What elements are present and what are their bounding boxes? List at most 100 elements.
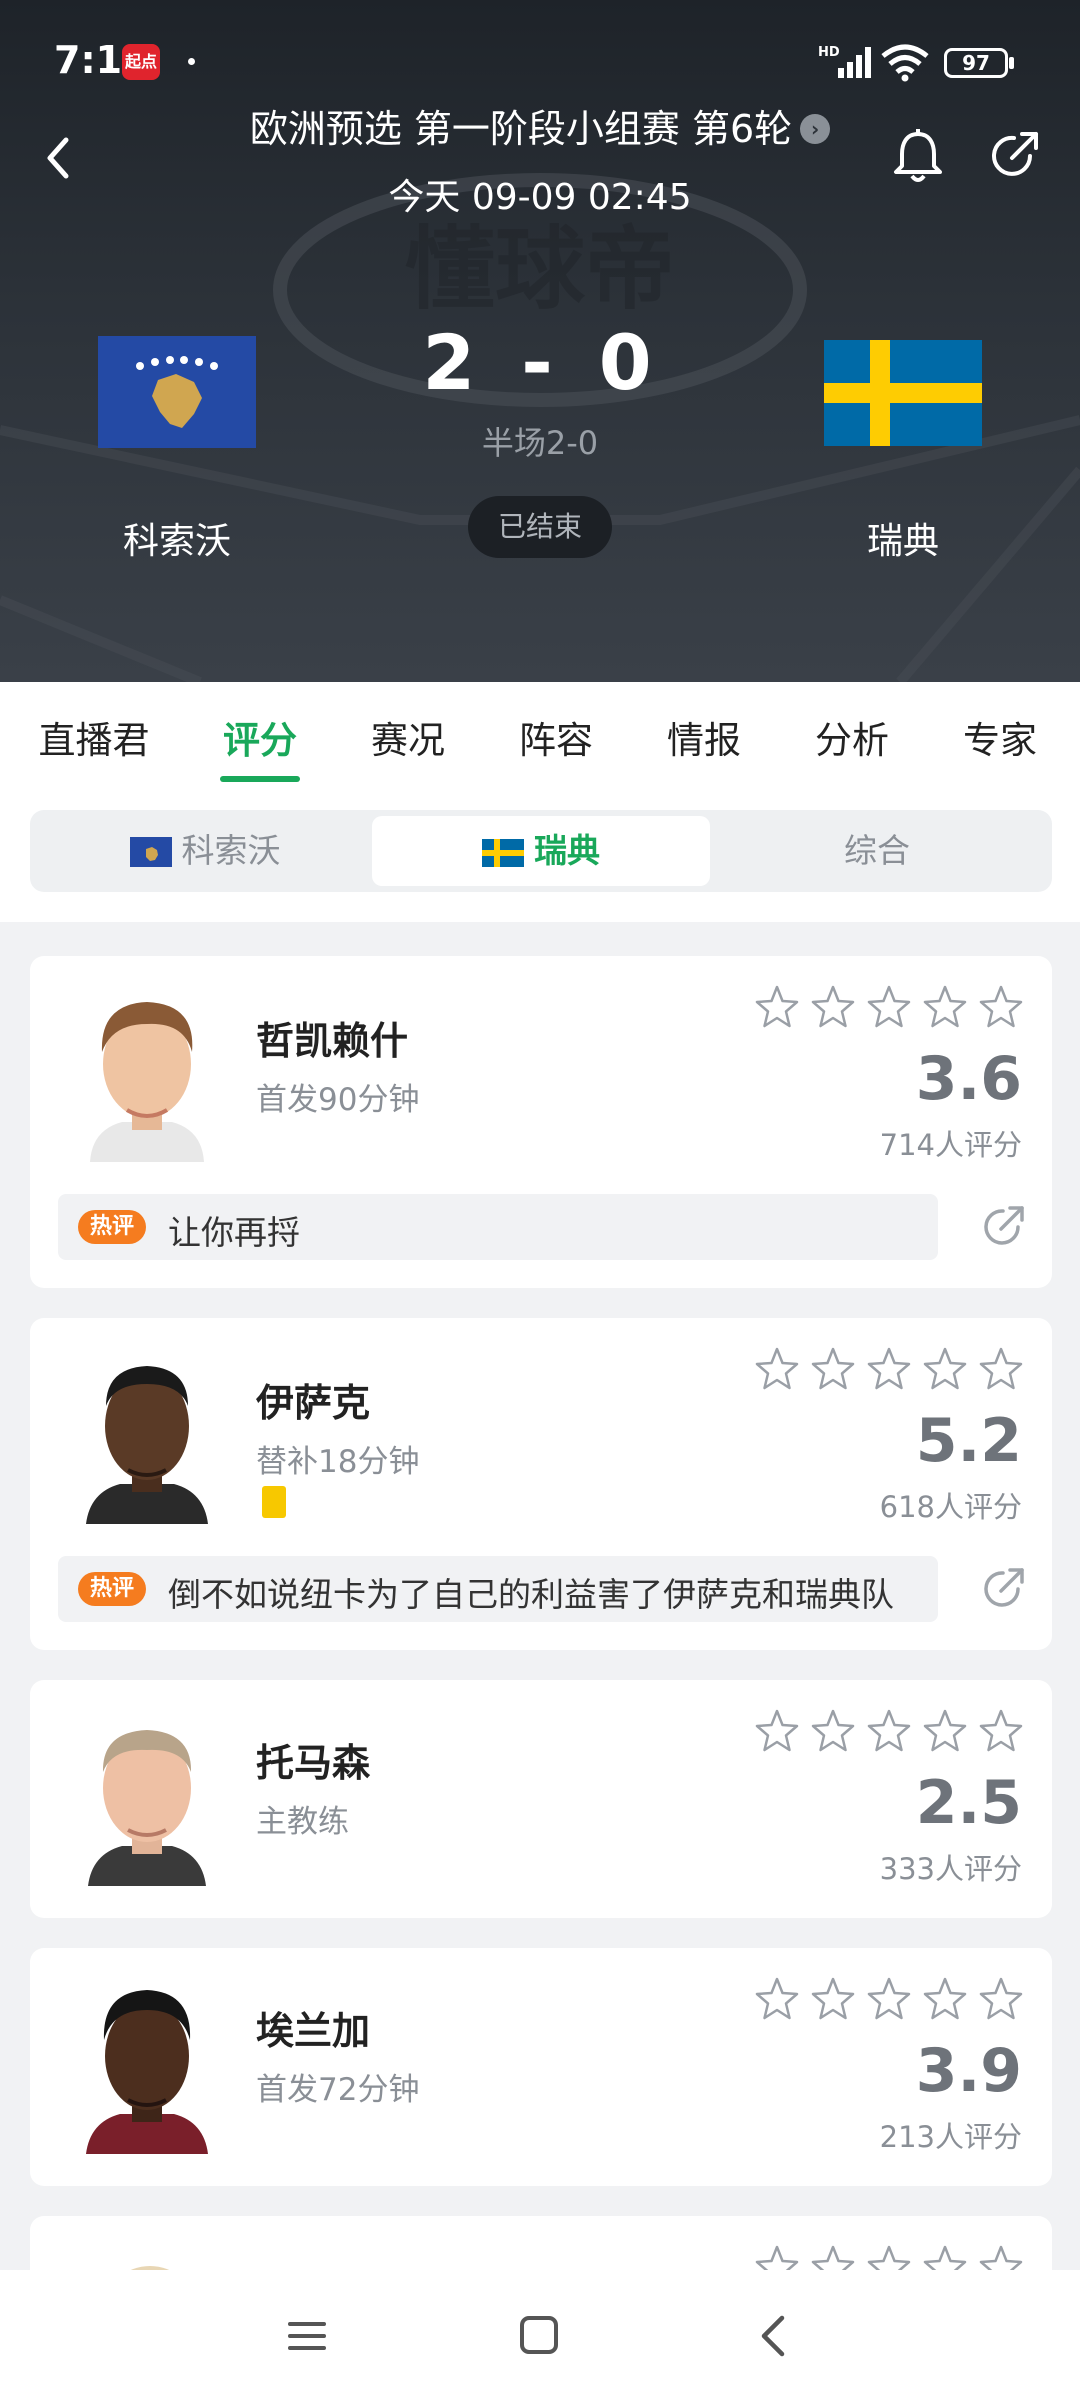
player-name: 埃兰加 — [256, 2009, 371, 2053]
away-team-name[interactable]: 瑞典 — [806, 512, 1000, 564]
halftime-score: 半场2-0 — [481, 424, 599, 462]
player-card[interactable]: 哲凯赖什 首发90分钟 3.6 714人评分 热评 让你再捋 — [30, 956, 1052, 1288]
segment-sweden[interactable]: 瑞典 — [372, 816, 710, 886]
tab-lineup[interactable]: 阵容 — [496, 710, 616, 764]
player-playtime: 首发90分钟 — [256, 1082, 420, 1118]
tab-experts[interactable]: 专家 — [940, 710, 1060, 764]
star-rating-input[interactable] — [754, 984, 1024, 1030]
tab-rating[interactable]: 评分 — [200, 710, 320, 764]
hot-comment-text: 让你再捋 — [168, 1213, 300, 1252]
system-nav-bar — [0, 2270, 1080, 2400]
player-card[interactable]: 托马森 主教练 2.5 333人评分 — [30, 1680, 1052, 1918]
tab-bar: 直播君 评分 赛况 阵容 情报 分析 专家 — [0, 682, 1080, 792]
segment-overall-label: 综合 — [844, 831, 910, 870]
star-outline-icon[interactable] — [922, 1976, 968, 2022]
player-avatar — [86, 1990, 208, 2154]
home-team-name[interactable]: 科索沃 — [80, 512, 274, 564]
app-notification-badge: 起点 — [122, 44, 160, 80]
star-outline-icon[interactable] — [754, 1976, 800, 2022]
match-status-badge: 已结束 — [468, 496, 612, 558]
player-avatar — [88, 1730, 206, 1886]
player-avatar — [86, 1366, 208, 1524]
player-card[interactable]: 伊萨克 替补18分钟 5.2 618人评分 热评 倒不如说纽卡为了自己的利益害了… — [30, 1318, 1052, 1650]
rater-count: 333人评分 — [879, 1852, 1022, 1886]
hot-comment-tag: 热评 — [78, 1572, 146, 1606]
segment-kosovo-label: 科索沃 — [181, 831, 281, 870]
player-playtime: 首发72分钟 — [256, 2072, 420, 2108]
star-rating-input[interactable] — [754, 1708, 1024, 1754]
segment-overall[interactable]: 综合 — [708, 816, 1046, 886]
star-outline-icon[interactable] — [810, 1708, 856, 1754]
star-outline-icon[interactable] — [866, 1976, 912, 2022]
share-icon[interactable] — [986, 128, 1042, 184]
star-outline-icon[interactable] — [922, 1346, 968, 1392]
player-rating: 2.5 — [915, 1768, 1022, 1838]
team-filter-wrap: 科索沃 瑞典 综合 — [0, 792, 1080, 922]
team-segmented-control: 科索沃 瑞典 综合 — [30, 810, 1052, 892]
star-outline-icon[interactable] — [810, 1346, 856, 1392]
star-outline-icon[interactable] — [866, 1708, 912, 1754]
rater-count: 714人评分 — [879, 1128, 1022, 1162]
player-card[interactable]: 埃兰加 首发72分钟 3.9 213人评分 — [30, 1948, 1052, 2186]
chevron-right-icon: › — [800, 114, 831, 144]
battery-nub — [1009, 57, 1014, 69]
nav-back-icon[interactable] — [754, 2312, 790, 2360]
player-rating: 3.9 — [915, 2036, 1022, 2106]
signal-icon: HD — [818, 45, 871, 78]
star-outline-icon[interactable] — [978, 1708, 1024, 1754]
star-rating-input[interactable] — [754, 1346, 1024, 1392]
star-rating-input[interactable] — [754, 1976, 1024, 2022]
away-score: 0 — [598, 318, 658, 407]
star-outline-icon[interactable] — [922, 984, 968, 1030]
match-header: 懂球帝 7:11 起点 HD 97 欧洲预选 第一阶段小组赛 第6轮 › 今天 0… — [0, 0, 1080, 682]
player-playtime: 替补18分钟 — [256, 1444, 420, 1480]
svg-text:懂球帝: 懂球帝 — [405, 217, 675, 322]
segment-sweden-label: 瑞典 — [534, 831, 600, 870]
rater-count: 213人评分 — [879, 2120, 1022, 2154]
hot-comment[interactable]: 热评 倒不如说纽卡为了自己的利益害了伊萨克和瑞典队 — [58, 1556, 938, 1622]
star-outline-icon[interactable] — [754, 1346, 800, 1392]
tab-analysis[interactable]: 分析 — [792, 710, 912, 764]
hot-comment[interactable]: 热评 让你再捋 — [58, 1194, 938, 1260]
battery-indicator: 97 — [944, 48, 1008, 78]
player-avatar — [90, 1002, 204, 1162]
star-outline-icon[interactable] — [866, 1346, 912, 1392]
player-name: 哲凯赖什 — [256, 1019, 409, 1063]
star-outline-icon[interactable] — [922, 1708, 968, 1754]
kosovo-mini-flag-icon — [129, 837, 172, 867]
star-outline-icon[interactable] — [754, 984, 800, 1030]
star-outline-icon[interactable] — [978, 984, 1024, 1030]
bell-icon[interactable] — [890, 126, 946, 186]
share-icon[interactable] — [978, 1564, 1028, 1614]
kosovo-flag[interactable] — [98, 336, 256, 448]
player-rating: 3.6 — [915, 1044, 1022, 1114]
share-icon[interactable] — [978, 1202, 1028, 1252]
sweden-mini-flag-icon — [482, 839, 524, 867]
star-outline-icon[interactable] — [866, 984, 912, 1030]
home-square-icon[interactable] — [518, 2314, 560, 2356]
star-outline-icon[interactable] — [754, 1708, 800, 1754]
competition-name: 欧洲预选 第一阶段小组赛 第6轮 — [249, 107, 793, 151]
player-name: 伊萨克 — [256, 1381, 371, 1425]
player-name: 托马森 — [256, 1741, 371, 1785]
tab-intel[interactable]: 情报 — [644, 710, 764, 764]
hot-comment-text: 倒不如说纽卡为了自己的利益害了伊萨克和瑞典队 — [168, 1575, 894, 1614]
wifi-icon — [881, 44, 929, 82]
active-tab-indicator — [220, 776, 300, 782]
score-separator: - — [521, 318, 559, 407]
player-rating: 5.2 — [915, 1406, 1022, 1476]
notification-dot — [188, 58, 195, 65]
home-score: 2 — [422, 318, 482, 407]
star-outline-icon[interactable] — [978, 1346, 1024, 1392]
star-outline-icon[interactable] — [810, 1976, 856, 2022]
yellow-card-icon — [262, 1486, 286, 1518]
tab-match-events[interactable]: 赛况 — [348, 710, 468, 764]
tab-live[interactable]: 直播君 — [34, 710, 154, 764]
segment-kosovo[interactable]: 科索沃 — [36, 816, 374, 886]
rater-count: 618人评分 — [879, 1490, 1022, 1524]
scoreboard: 2-0 — [400, 318, 680, 407]
sweden-flag[interactable] — [824, 340, 982, 446]
menu-icon[interactable] — [286, 2316, 328, 2356]
star-outline-icon[interactable] — [978, 1976, 1024, 2022]
star-outline-icon[interactable] — [810, 984, 856, 1030]
